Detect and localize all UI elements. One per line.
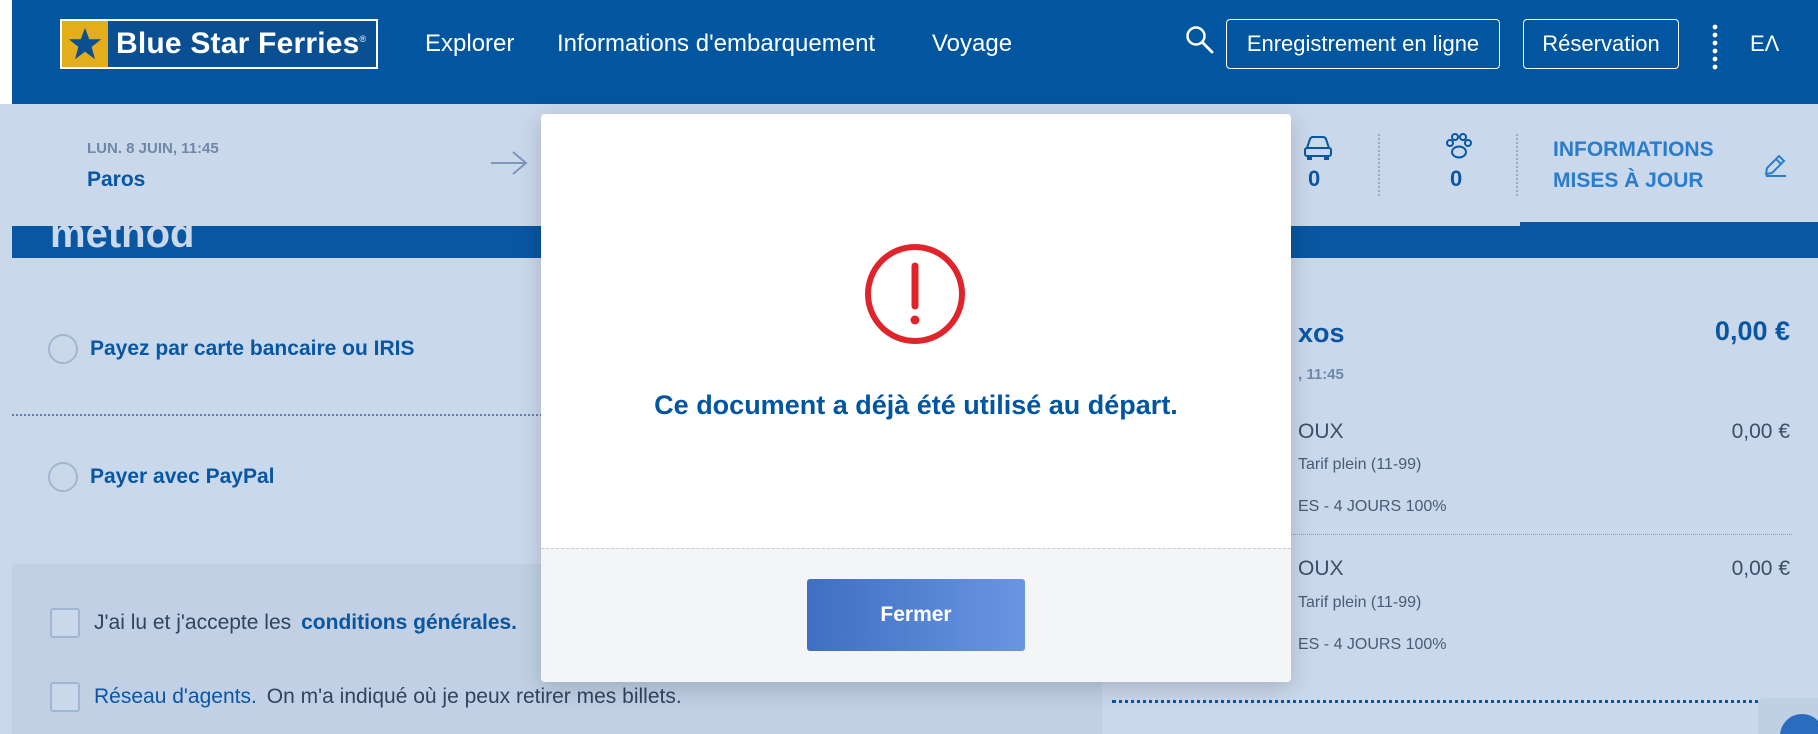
nav-boarding-info[interactable]: Informations d'embarquement <box>557 0 875 88</box>
alert-circle-icon <box>865 244 965 344</box>
language-switch[interactable]: ΕΛ <box>1750 0 1779 88</box>
star-icon <box>62 21 108 67</box>
vertical-dots-icon[interactable] <box>1712 24 1718 70</box>
site-logo[interactable]: Blue Star Ferries® <box>60 19 378 69</box>
nav-voyage[interactable]: Voyage <box>932 0 1012 88</box>
alert-message: Ce document a déjà été utilisé au départ… <box>654 390 1178 420</box>
logo-text: Blue Star Ferries® <box>116 27 367 60</box>
online-checkin-button[interactable]: Enregistrement en ligne <box>1226 19 1500 69</box>
dialog-footer: Fermer <box>541 548 1291 682</box>
search-icon[interactable] <box>1184 24 1216 56</box>
close-button[interactable]: Fermer <box>807 579 1025 651</box>
nav-explorer[interactable]: Explorer <box>425 0 514 88</box>
booking-button[interactable]: Réservation <box>1523 19 1679 69</box>
alert-dialog: Ce document a déjà été utilisé au départ… <box>541 114 1291 682</box>
site-header: Blue Star Ferries® Explorer Informations… <box>12 0 1818 104</box>
